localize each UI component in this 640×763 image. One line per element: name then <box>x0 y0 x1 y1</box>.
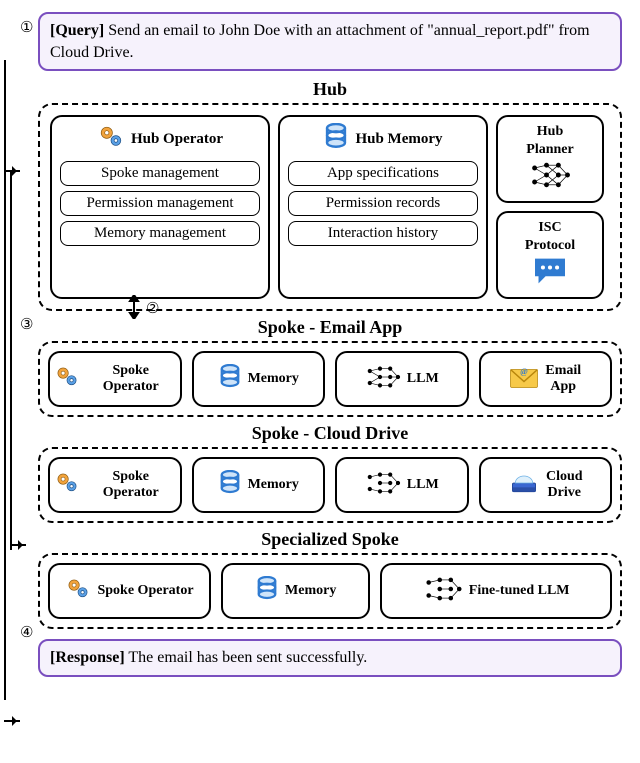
spoke-llm-cell: LLM <box>335 351 469 407</box>
response-box: ④ [Response] The email has been sent suc… <box>38 639 622 677</box>
hub-planner-panel: Hub Planner <box>496 115 604 203</box>
gears-icon <box>65 576 91 607</box>
spoke-app-l1: Cloud <box>546 469 583 484</box>
query-box: ① [Query] Send an email to John Doe with… <box>38 12 622 71</box>
spoke-llm-label: Fine-tuned LLM <box>469 583 570 599</box>
isc-l1: ISC <box>538 220 561 236</box>
spoke-memory-cell: Memory <box>192 457 326 513</box>
hub-planner-l2: Planner <box>526 142 573 158</box>
spoke-app-l2: App <box>550 379 576 394</box>
response-text: The email has been sent successfully. <box>128 649 367 666</box>
spoke-operator-cell: Spoke Operator <box>48 563 211 619</box>
database-icon <box>255 576 279 607</box>
spoke-app-l1: Email <box>545 363 581 378</box>
spoke-email-container: Spoke Operator Memory LLM @ EmailApp <box>38 341 622 417</box>
hub-title: Hub <box>38 79 622 100</box>
spoke-memory-cell: Memory <box>221 563 370 619</box>
neural-net-icon <box>529 160 571 195</box>
spoke-operator-label: Spoke Operator <box>97 583 193 598</box>
hub-op-item: Spoke management <box>60 161 260 186</box>
hub-op-item: Permission management <box>60 191 260 216</box>
spoke-app-cell: @ EmailApp <box>479 351 613 407</box>
spoke-memory-label: Memory <box>285 583 336 599</box>
database-icon <box>218 470 242 501</box>
hub-mem-item: Permission records <box>288 191 478 216</box>
query-text: Send an email to John Doe with an attach… <box>50 22 590 61</box>
cloud-drive-icon <box>508 469 540 502</box>
gears-icon <box>54 470 80 501</box>
hub-memory-title: Hub Memory <box>355 131 442 148</box>
spoke-special-title: Specialized Spoke <box>38 529 622 550</box>
spoke-app-cell: CloudDrive <box>479 457 613 513</box>
step-1-label: ① <box>20 18 33 38</box>
spoke-llm-label: LLM <box>407 371 439 387</box>
hub-operator-panel: Hub Operator Spoke management Permission… <box>50 115 270 299</box>
step-2-label: ② <box>146 299 159 318</box>
spoke-llm-label: LLM <box>407 477 439 493</box>
database-icon <box>218 364 242 395</box>
spoke-special-container: Spoke Operator Memory Fine-tuned LLM <box>38 553 622 629</box>
hub-memory-panel: Hub Memory App specifications Permission… <box>278 115 488 299</box>
hub-operator-title: Hub Operator <box>131 131 223 148</box>
hub-op-item: Memory management <box>60 221 260 246</box>
neural-net-icon <box>365 470 401 501</box>
email-icon: @ <box>509 364 539 395</box>
svg-text:@: @ <box>521 367 529 376</box>
hub-container: Hub Operator Spoke management Permission… <box>38 103 622 311</box>
hub-mem-item: App specifications <box>288 161 478 186</box>
spoke-llm-cell: LLM <box>335 457 469 513</box>
chat-icon <box>532 256 568 291</box>
step-3-label: ③ <box>20 315 33 334</box>
hub-planner-l1: Hub <box>537 124 563 140</box>
spoke-llm-cell: Fine-tuned LLM <box>380 563 612 619</box>
gears-icon <box>97 123 125 156</box>
response-label: [Response] <box>50 649 125 666</box>
spoke-operator-cell: Spoke Operator <box>48 351 182 407</box>
query-label: [Query] <box>50 22 104 39</box>
neural-net-icon <box>423 576 463 607</box>
step-4-label: ④ <box>20 623 33 643</box>
spoke-operator-label: Spoke Operator <box>103 363 159 394</box>
bidir-arrow-icon <box>126 295 142 324</box>
spoke-cloud-container: Spoke Operator Memory LLM CloudDrive <box>38 447 622 523</box>
spoke-app-l2: Drive <box>548 485 581 500</box>
isc-protocol-panel: ISC Protocol <box>496 211 604 299</box>
spoke-cloud-title: Spoke - Cloud Drive <box>38 423 622 444</box>
spoke-memory-label: Memory <box>248 371 299 387</box>
spoke-memory-label: Memory <box>248 477 299 493</box>
hub-mem-item: Interaction history <box>288 221 478 246</box>
isc-l2: Protocol <box>525 238 575 254</box>
spoke-memory-cell: Memory <box>192 351 326 407</box>
gears-icon <box>54 364 80 395</box>
neural-net-icon <box>365 364 401 395</box>
spoke-operator-cell: Spoke Operator <box>48 457 182 513</box>
spoke-operator-label: Spoke Operator <box>103 469 159 500</box>
database-icon <box>323 123 349 156</box>
